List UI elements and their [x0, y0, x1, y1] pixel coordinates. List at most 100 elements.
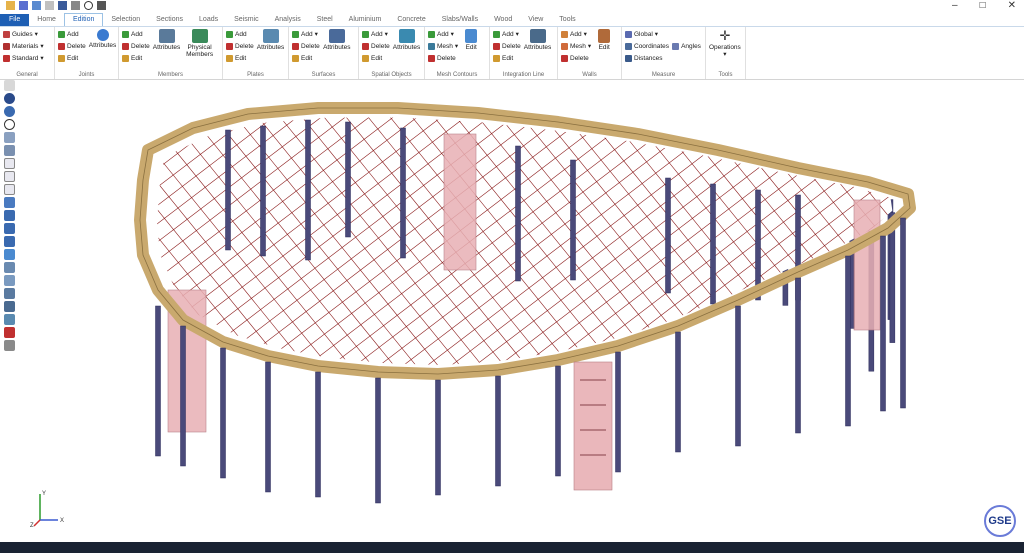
plates-delete-button[interactable]: Delete	[226, 41, 254, 51]
tab-analysis[interactable]: Analysis	[267, 14, 309, 26]
measure-distances-button[interactable]: Distances	[625, 53, 669, 63]
surfaces-delete-button[interactable]: Delete	[292, 41, 320, 51]
column-front	[615, 351, 621, 473]
gse-logo-text: GSE	[988, 515, 1012, 527]
minimize-button[interactable]: –	[952, 0, 958, 11]
add-line-icon	[493, 30, 500, 38]
spatial-delete-button[interactable]: Delete	[362, 41, 390, 51]
view-left-icon[interactable]	[3, 184, 15, 195]
display-icon[interactable]	[58, 1, 67, 10]
measure-angles-button[interactable]: Angles	[672, 41, 701, 51]
materials-button[interactable]: Materials ▾	[3, 41, 44, 51]
delete-spatial-icon	[362, 42, 369, 50]
tab-sections[interactable]: Sections	[148, 14, 191, 26]
render-icon[interactable]	[3, 275, 15, 286]
view-back-icon[interactable]	[3, 171, 15, 182]
tab-view[interactable]: View	[520, 14, 551, 26]
tab-selection[interactable]: Selection	[103, 14, 148, 26]
members-add-button[interactable]: Add	[122, 29, 150, 39]
view-right-icon[interactable]	[3, 197, 15, 208]
spatial-add-button[interactable]: Add ▾	[362, 29, 390, 39]
tab-seismic[interactable]: Seismic	[226, 14, 267, 26]
view-iso-icon[interactable]	[3, 236, 15, 247]
group-tools: ✛ Operations ▾ Tools	[706, 27, 746, 79]
close-button[interactable]: ✕	[1008, 0, 1016, 11]
ribbon-tabs: File Home Edition Selection Sections Loads Sei…	[0, 13, 1024, 26]
view-front-icon[interactable]	[3, 158, 15, 169]
open-folder-icon[interactable]	[6, 1, 15, 10]
pan-hand-icon[interactable]	[3, 80, 15, 91]
integration-add-button[interactable]: Add ▾	[493, 29, 521, 39]
standard-button[interactable]: Standard ▾	[3, 53, 44, 63]
column-interior	[225, 129, 231, 251]
orbit-icon[interactable]	[3, 106, 15, 117]
globe-icon[interactable]	[3, 93, 15, 104]
tab-slabs-walls[interactable]: Slabs/Walls	[434, 14, 486, 26]
undo-icon[interactable]	[32, 1, 41, 10]
mesh-line	[18, 80, 34, 400]
delete-joint-icon	[58, 42, 65, 50]
search-icon[interactable]	[84, 1, 93, 10]
copy-icon[interactable]	[71, 1, 80, 10]
redo-icon[interactable]	[45, 1, 54, 10]
save-icon[interactable]	[19, 1, 28, 10]
column-interior	[260, 125, 266, 257]
maximize-button[interactable]: □	[980, 0, 986, 11]
view-top-icon[interactable]	[3, 210, 15, 221]
group-label-integration-line: Integration Line	[502, 72, 545, 78]
members-delete-button[interactable]: Delete	[122, 41, 150, 51]
spatial-edit-button[interactable]: Edit	[362, 53, 390, 63]
structure-model[interactable]	[18, 80, 1024, 542]
print-icon[interactable]	[97, 1, 106, 10]
tab-home[interactable]: Home	[29, 14, 64, 26]
walls-add-button[interactable]: Add ▾	[561, 29, 591, 39]
walls-mesh-button[interactable]: Mesh ▾	[561, 41, 591, 51]
section-icon[interactable]	[3, 314, 15, 325]
wire-icon[interactable]	[3, 301, 15, 312]
coordinates-icon	[625, 42, 632, 50]
measure-coordinates-button[interactable]: Coordinates	[625, 41, 669, 51]
edit-surface-icon	[292, 54, 299, 62]
joints-delete-button[interactable]: Delete	[58, 41, 86, 51]
walls-delete-button[interactable]: Delete	[561, 53, 591, 63]
surfaces-edit-button[interactable]: Edit	[292, 53, 320, 63]
add-contour-icon	[428, 30, 435, 38]
tab-edition[interactable]: Edition	[63, 13, 104, 26]
3d-viewport[interactable]	[18, 80, 1024, 542]
wall-mesh-icon	[561, 42, 568, 50]
shade-icon[interactable]	[3, 288, 15, 299]
mesh-mesh-button[interactable]: Mesh ▾	[428, 41, 458, 51]
integration-edit-button[interactable]: Edit	[493, 53, 521, 63]
view-3d-icon[interactable]	[3, 249, 15, 260]
guides-button[interactable]: Guides ▾	[3, 29, 44, 39]
tab-file[interactable]: File	[0, 14, 30, 26]
zoom-window-icon[interactable]	[3, 145, 15, 156]
circle-select-icon[interactable]	[3, 119, 15, 130]
surfaces-add-button[interactable]: Add ▾	[292, 29, 320, 39]
plates-edit-button[interactable]: Edit	[226, 53, 254, 63]
global-icon	[625, 30, 632, 38]
tab-tools[interactable]: Tools	[551, 14, 583, 26]
joints-edit-button[interactable]: Edit	[58, 53, 86, 63]
mesh-line	[998, 80, 1024, 400]
integration-delete-button[interactable]: Delete	[493, 41, 521, 51]
column-front	[845, 255, 851, 427]
layers-icon[interactable]	[3, 340, 15, 351]
tab-wood[interactable]: Wood	[486, 14, 520, 26]
tab-concrete[interactable]: Concrete	[389, 14, 433, 26]
filter-icon[interactable]	[3, 327, 15, 338]
tab-aluminium[interactable]: Aluminium	[341, 14, 390, 26]
members-edit-button[interactable]: Edit	[122, 53, 150, 63]
physical-members-icon	[191, 29, 208, 43]
joints-add-button[interactable]: Add	[58, 29, 86, 39]
zoom-icon[interactable]	[3, 132, 15, 143]
tab-steel[interactable]: Steel	[309, 14, 341, 26]
core-wall-front	[573, 361, 613, 491]
view-bottom-icon[interactable]	[3, 223, 15, 234]
mesh-add-button[interactable]: Add ▾	[428, 29, 458, 39]
tab-loads[interactable]: Loads	[191, 14, 226, 26]
mesh-delete-button[interactable]: Delete	[428, 53, 458, 63]
measure-global-button[interactable]: Global ▾	[625, 29, 669, 39]
fit-view-icon[interactable]	[3, 262, 15, 273]
plates-add-button[interactable]: Add	[226, 29, 254, 39]
